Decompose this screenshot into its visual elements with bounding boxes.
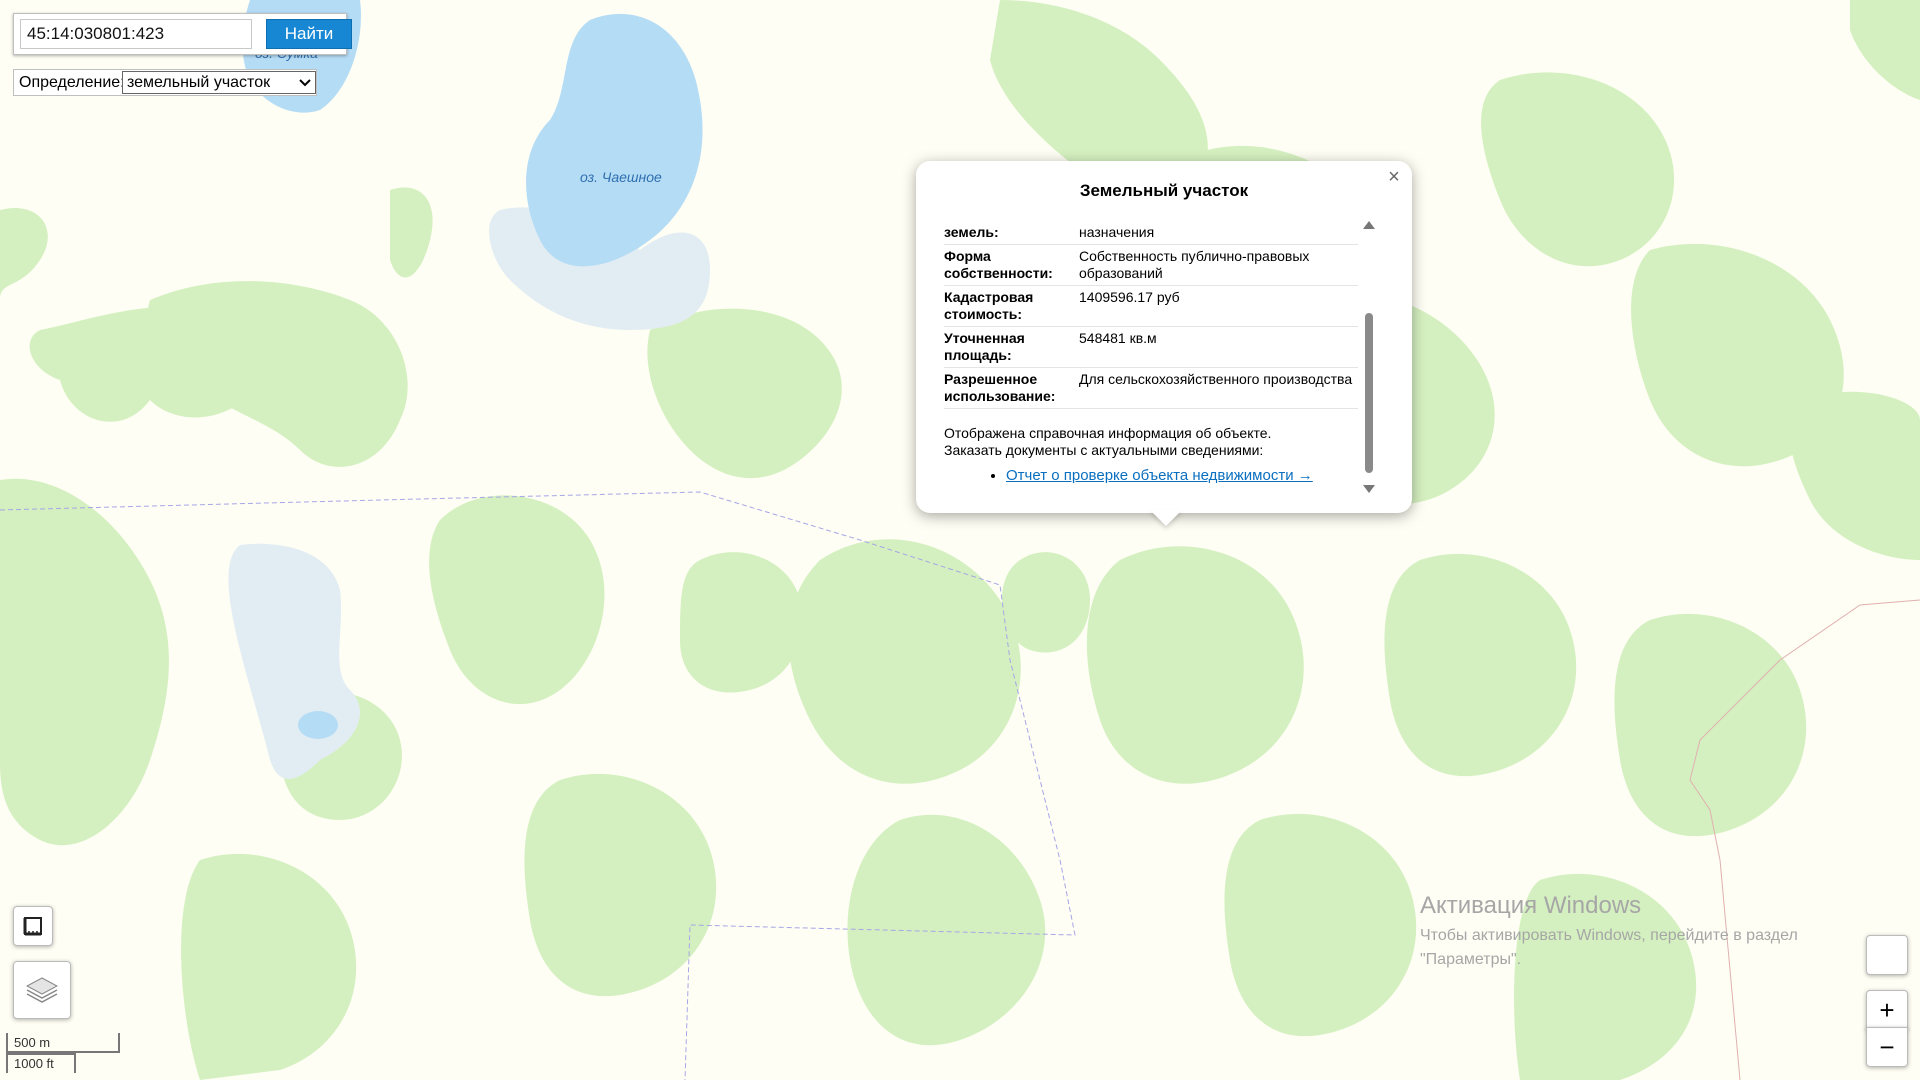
search-button[interactable]: Найти bbox=[266, 19, 352, 49]
definition-select[interactable]: земельный участок bbox=[122, 71, 316, 94]
row-key: Форма собственности: bbox=[944, 248, 1053, 281]
scale-bar-imperial: 1000 ft bbox=[6, 1053, 76, 1073]
chevron-down-icon bbox=[299, 78, 311, 86]
row-key: Уточненная площадь: bbox=[944, 330, 1025, 363]
definition-selector: Определение: земельный участок bbox=[13, 69, 317, 96]
row-key: Разрешенное использование: bbox=[944, 371, 1056, 404]
scroll-down-icon[interactable] bbox=[1363, 485, 1375, 493]
row-value: Собственность публично-правовых образова… bbox=[1079, 248, 1310, 281]
popup-title: Земельный участок bbox=[1079, 181, 1249, 200]
layers-icon bbox=[25, 977, 59, 1003]
windows-activation-watermark: Активация Windows Чтобы активировать Win… bbox=[1420, 892, 1798, 972]
info-section: Отображена справочная информация об объе… bbox=[944, 425, 1358, 484]
info-row: Разрешенное использование: Для сельскохо… bbox=[944, 368, 1358, 409]
cadastral-search-input[interactable] bbox=[20, 19, 252, 49]
popup-scrollbar[interactable] bbox=[1362, 221, 1376, 493]
popup-body[interactable]: земель: назначения Форма собственности: … bbox=[944, 221, 1358, 496]
info-row: Кадастровая стоимость: 1409596.17 руб bbox=[944, 286, 1358, 327]
watermark-title: Активация Windows bbox=[1420, 892, 1642, 919]
row-value: 1409596.17 руб bbox=[1079, 289, 1180, 305]
row-value: 548481 кв.м bbox=[1079, 330, 1157, 346]
row-value: назначения bbox=[1079, 224, 1155, 240]
info-row: земель: назначения bbox=[944, 221, 1358, 245]
search-box: Найти bbox=[13, 13, 352, 55]
scroll-up-icon[interactable] bbox=[1363, 221, 1375, 229]
row-key: земель: bbox=[944, 224, 999, 240]
info-row: Форма собственности: Собственность публи… bbox=[944, 245, 1358, 286]
property-report-link[interactable]: Отчет о проверке объекта недвижимости → bbox=[1006, 467, 1313, 484]
list-item: Отчет о проверке объекта недвижимости → bbox=[1006, 467, 1358, 484]
zoom-out-button[interactable]: − bbox=[1866, 1027, 1908, 1067]
scroll-thumb[interactable] bbox=[1365, 313, 1373, 473]
layers-button[interactable] bbox=[13, 961, 71, 1019]
info-row: Уточненная площадь: 548481 кв.м bbox=[944, 327, 1358, 368]
info-text-1: Отображена справочная информация об объе… bbox=[944, 425, 1272, 441]
definition-label: Определение: bbox=[19, 74, 125, 91]
scale-bar-metric: 500 m bbox=[6, 1033, 120, 1053]
doc-list: Отчет о проверке объекта недвижимости → bbox=[944, 467, 1358, 484]
fullscreen-button[interactable] bbox=[1866, 935, 1908, 975]
info-text-2: Заказать документы с актуальными сведени… bbox=[944, 442, 1264, 458]
lake-label-main: оз. Чаешное bbox=[580, 169, 662, 185]
land-plot-popup: × Земельный участок земель: назначения Ф… bbox=[916, 161, 1412, 513]
zoom-in-button[interactable]: + bbox=[1866, 990, 1908, 1030]
popup-tip bbox=[1150, 510, 1182, 526]
row-key: Кадастровая стоимость: bbox=[944, 289, 1034, 322]
measure-button[interactable] bbox=[13, 906, 53, 946]
watermark-line-1: Чтобы активировать Windows, перейдите в … bbox=[1420, 927, 1798, 944]
watermark-line-2: "Параметры". bbox=[1420, 951, 1522, 968]
definition-selected: земельный участок bbox=[127, 73, 271, 91]
row-value: Для сельскохозяйственного производства bbox=[1079, 371, 1353, 387]
ruler-icon bbox=[23, 917, 42, 936]
